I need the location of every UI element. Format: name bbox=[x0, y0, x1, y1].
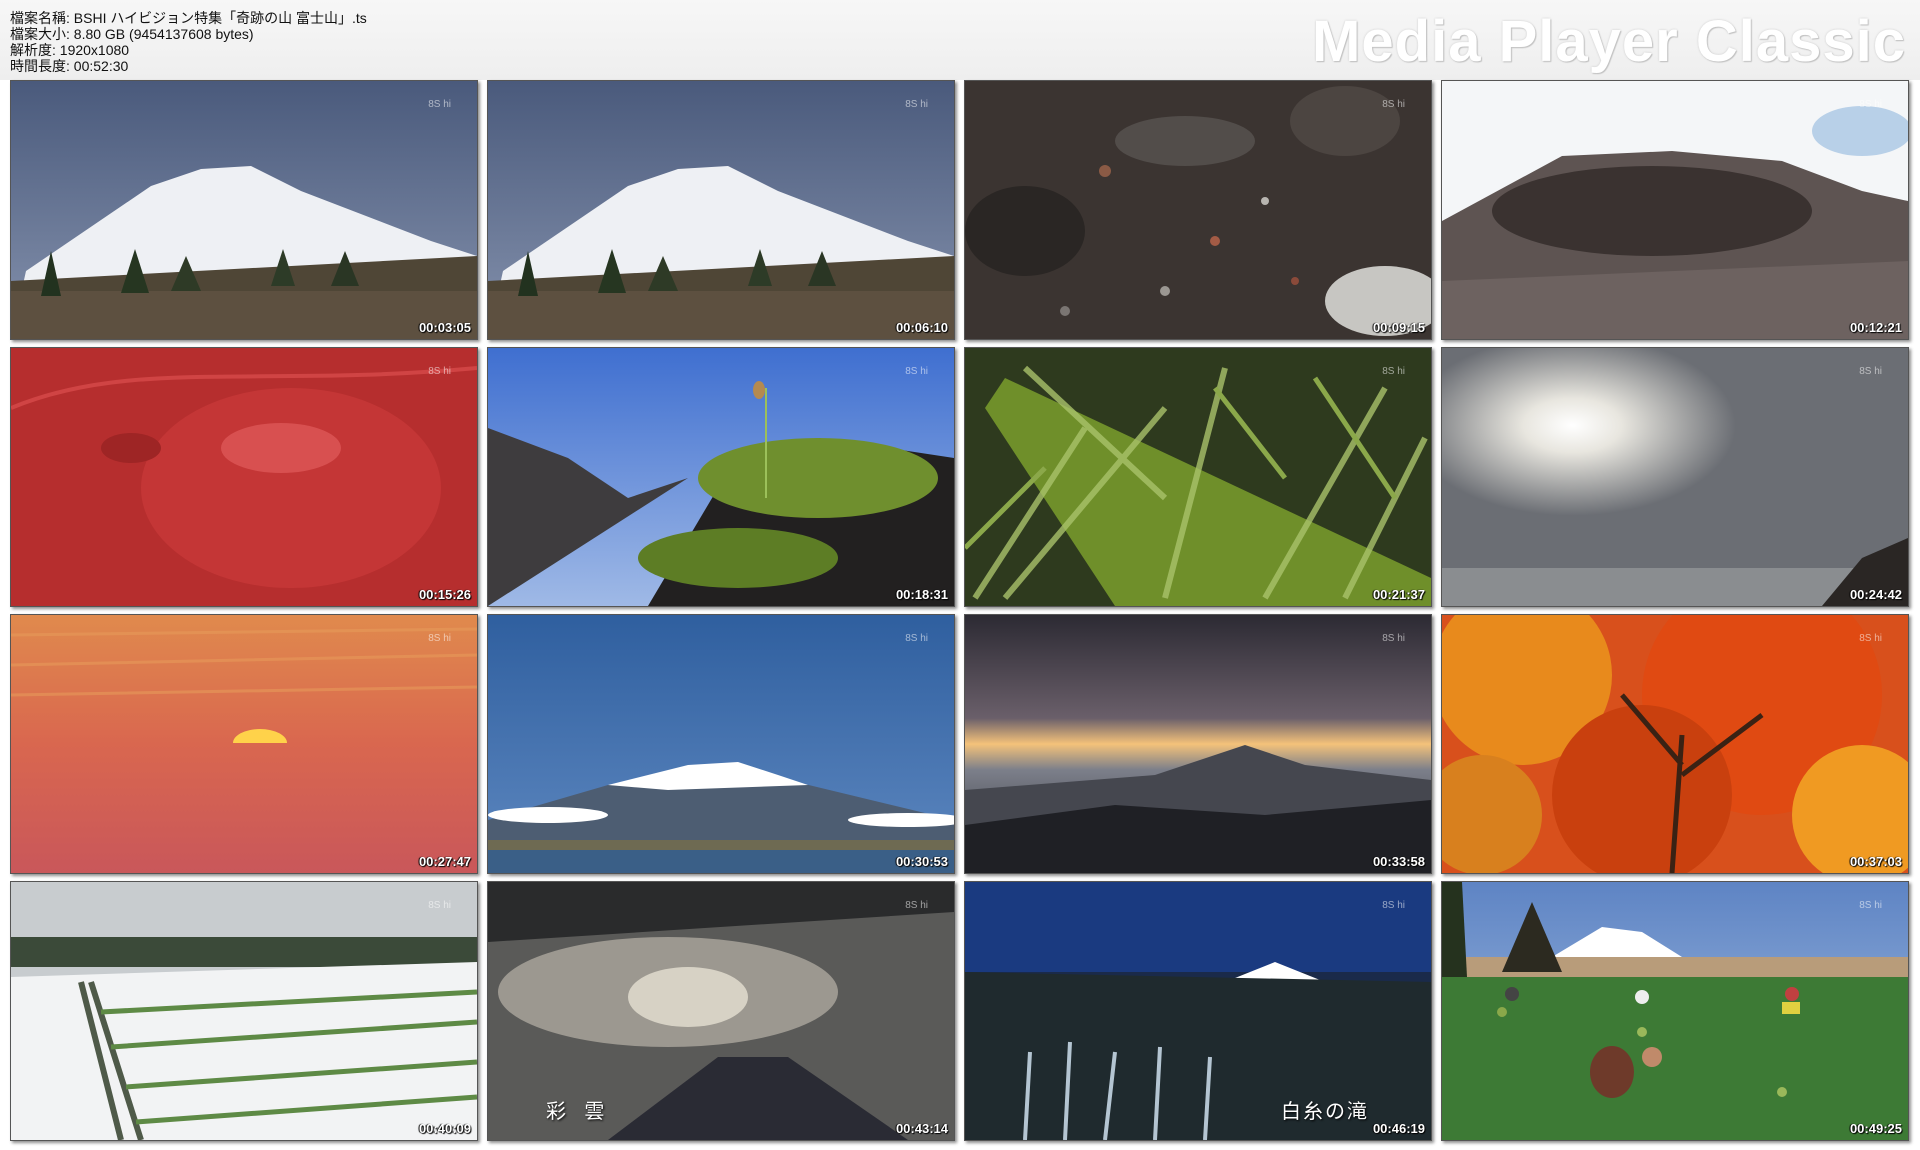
thumb-image bbox=[11, 348, 477, 606]
watermark: 8S hi bbox=[1382, 900, 1405, 911]
timestamp: 00:43:14 bbox=[895, 1121, 948, 1136]
thumbnail-3[interactable]: 8S hi 00:09:15 bbox=[964, 80, 1432, 340]
watermark: 8S hi bbox=[428, 633, 451, 644]
thumb-image bbox=[11, 882, 477, 1140]
timestamp: 00:33:58 bbox=[1372, 854, 1425, 869]
info-header: 檔案名稱: BSHI ハイビジョン特集「奇跡の山 富士山」.ts 檔案大小: 8… bbox=[0, 0, 1920, 80]
thumb-image bbox=[488, 348, 954, 606]
timestamp: 00:18:31 bbox=[895, 587, 948, 602]
thumbnail-11[interactable]: 8S hi 00:33:58 bbox=[964, 614, 1432, 874]
thumbnail-8[interactable]: 8S hi 00:24:42 bbox=[1441, 347, 1909, 607]
timestamp: 00:06:10 bbox=[895, 320, 948, 335]
thumb-image bbox=[488, 615, 954, 873]
file-resolution: 解析度: 1920x1080 bbox=[10, 42, 130, 58]
watermark: 8S hi bbox=[428, 366, 451, 377]
timestamp: 00:30:53 bbox=[895, 854, 948, 869]
watermark: 8S hi bbox=[428, 900, 451, 911]
file-size: 檔案大小: 8.80 GB (9454137608 bytes) bbox=[10, 26, 254, 42]
watermark: 8S hi bbox=[1859, 99, 1882, 110]
timestamp: 00:46:19 bbox=[1372, 1121, 1425, 1136]
watermark: 8S hi bbox=[1859, 900, 1882, 911]
watermark: 8S hi bbox=[1859, 633, 1882, 644]
file-duration: 時間長度: 00:52:30 bbox=[10, 58, 129, 74]
watermark: 8S hi bbox=[1382, 366, 1405, 377]
timestamp: 00:21:37 bbox=[1372, 587, 1425, 602]
thumb-image bbox=[965, 348, 1431, 606]
thumbnail-6[interactable]: 8S hi 00:18:31 bbox=[487, 347, 955, 607]
watermark: 8S hi bbox=[905, 99, 928, 110]
watermark: 8S hi bbox=[1859, 366, 1882, 377]
file-name: 檔案名稱: BSHI ハイビジョン特集「奇跡の山 富士山」.ts bbox=[10, 10, 367, 26]
watermark: 8S hi bbox=[428, 99, 451, 110]
thumb-image bbox=[965, 81, 1431, 339]
timestamp: 00:37:03 bbox=[1849, 854, 1902, 869]
thumbnail-15[interactable]: 8S hi 白糸の滝 00:46:19 bbox=[964, 881, 1432, 1141]
timestamp: 00:27:47 bbox=[418, 854, 471, 869]
thumb-image bbox=[11, 615, 477, 873]
file-info: 檔案名稱: BSHI ハイビジョン特集「奇跡の山 富士山」.ts 檔案大小: 8… bbox=[10, 10, 367, 74]
caption: 白糸の滝 bbox=[1281, 1099, 1369, 1123]
watermark: 8S hi bbox=[905, 633, 928, 644]
thumbnail-14[interactable]: 8S hi 彩 雲 00:43:14 bbox=[487, 881, 955, 1141]
timestamp: 00:15:26 bbox=[418, 587, 471, 602]
thumbnail-16[interactable]: 8S hi 00:49:25 bbox=[1441, 881, 1909, 1141]
thumbnail-1[interactable]: 8S hi 00:03:05 bbox=[10, 80, 478, 340]
timestamp: 00:24:42 bbox=[1849, 587, 1902, 602]
thumbnail-4[interactable]: 8S hi 00:12:21 bbox=[1441, 80, 1909, 340]
brand-logo: Media Player Classic bbox=[1312, 9, 1906, 74]
thumbnail-2[interactable]: 8S hi 00:06:10 bbox=[487, 80, 955, 340]
timestamp: 00:12:21 bbox=[1849, 320, 1902, 335]
timestamp: 00:49:25 bbox=[1849, 1121, 1902, 1136]
watermark: 8S hi bbox=[1382, 99, 1405, 110]
watermark: 8S hi bbox=[1382, 633, 1405, 644]
thumb-image bbox=[965, 615, 1431, 873]
timestamp: 00:09:15 bbox=[1372, 320, 1425, 335]
thumbnail-13[interactable]: 8S hi 00:40:09 bbox=[10, 881, 478, 1141]
thumbnail-7[interactable]: 8S hi 00:21:37 bbox=[964, 347, 1432, 607]
thumb-image bbox=[1442, 348, 1908, 606]
thumb-image bbox=[488, 81, 954, 339]
timestamp: 00:40:09 bbox=[418, 1121, 471, 1136]
watermark: 8S hi bbox=[905, 900, 928, 911]
thumbnail-12[interactable]: 8S hi 00:37:03 bbox=[1441, 614, 1909, 874]
timestamp: 00:03:05 bbox=[418, 320, 471, 335]
thumb-image bbox=[1442, 615, 1908, 873]
thumb-image bbox=[11, 81, 477, 339]
thumb-image bbox=[1442, 882, 1908, 1140]
watermark: 8S hi bbox=[905, 366, 928, 377]
thumbnail-9[interactable]: 8S hi 00:27:47 bbox=[10, 614, 478, 874]
thumbnail-10[interactable]: 8S hi 00:30:53 bbox=[487, 614, 955, 874]
caption: 彩 雲 bbox=[546, 1099, 611, 1123]
thumb-image bbox=[1442, 81, 1908, 339]
thumbnail-5[interactable]: 8S hi 00:15:26 bbox=[10, 347, 478, 607]
